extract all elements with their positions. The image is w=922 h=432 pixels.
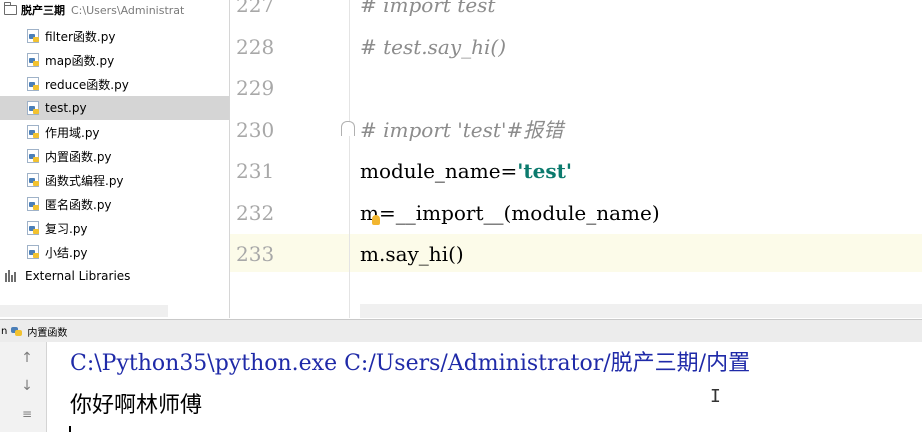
python-file-icon bbox=[26, 149, 40, 163]
python-file-icon bbox=[26, 77, 40, 91]
run-panel-header: n 内置函数 bbox=[0, 319, 922, 343]
file-item[interactable]: 复习.py bbox=[0, 216, 229, 240]
file-item[interactable]: 匿名函数.py bbox=[0, 192, 229, 216]
code-line[interactable]: # test.say_hi() bbox=[360, 32, 506, 62]
python-run-icon bbox=[11, 325, 23, 337]
line-number: 231 bbox=[236, 159, 275, 183]
code-line[interactable]: module_name='test' bbox=[360, 156, 572, 186]
file-name: reduce函数.py bbox=[45, 77, 129, 92]
run-tab-name[interactable]: 内置函数 bbox=[27, 324, 67, 339]
code-comment: # import 'test'#报错 bbox=[360, 118, 564, 142]
python-file-icon bbox=[26, 245, 40, 259]
editor-horizontal-scrollbar[interactable] bbox=[360, 304, 922, 318]
line-number: 229 bbox=[236, 76, 275, 100]
line-number: 230 bbox=[236, 118, 275, 142]
file-name: 内置函数.py bbox=[45, 149, 112, 164]
run-toolbar: ↑ ↓ ≡ bbox=[0, 342, 47, 432]
file-name: map函数.py bbox=[45, 53, 115, 68]
code-text: m.say_hi() bbox=[360, 242, 464, 266]
sidebar-horizontal-scrollbar[interactable] bbox=[0, 305, 168, 317]
file-name: 作用域.py bbox=[45, 125, 100, 140]
console-command-line: C:\Python35\python.exe C:/Users/Administ… bbox=[70, 351, 751, 376]
project-root[interactable]: 脱产三期 C:\Users\Administrat bbox=[0, 0, 229, 20]
external-libraries-label: External Libraries bbox=[25, 269, 131, 283]
python-file-icon bbox=[26, 53, 40, 67]
file-name: 匿名函数.py bbox=[45, 197, 112, 212]
fold-marker-icon[interactable] bbox=[341, 121, 355, 136]
code-text: m=__import__(module_name) bbox=[360, 201, 660, 225]
gutter-separator bbox=[349, 0, 350, 318]
folder-icon bbox=[4, 2, 17, 15]
file-item[interactable]: reduce函数.py bbox=[0, 72, 229, 96]
project-path: C:\Users\Administrat bbox=[71, 3, 185, 17]
current-line-highlight bbox=[230, 234, 922, 272]
run-label: n bbox=[1, 325, 8, 337]
file-name: filter函数.py bbox=[45, 29, 116, 44]
project-name: 脱产三期 bbox=[21, 4, 65, 17]
line-number: 228 bbox=[236, 35, 275, 59]
code-text: module_name= bbox=[360, 159, 518, 183]
file-name: 函数式编程.py bbox=[45, 173, 124, 188]
python-file-icon bbox=[26, 197, 40, 211]
code-string: 'test' bbox=[517, 159, 573, 183]
file-item-selected[interactable]: test.py bbox=[0, 96, 229, 120]
code-line[interactable]: m.say_hi() bbox=[360, 239, 464, 269]
python-file-icon bbox=[26, 29, 40, 43]
file-list: filter函数.py map函数.py reduce函数.py test.py… bbox=[0, 24, 229, 288]
file-name: 小结.py bbox=[45, 245, 88, 260]
code-line[interactable]: m=__import__(module_name) bbox=[360, 198, 660, 228]
soft-wrap-icon[interactable]: ≡ bbox=[17, 404, 37, 424]
python-file-icon bbox=[26, 125, 40, 139]
console-caret bbox=[69, 426, 71, 432]
scroll-down-icon[interactable]: ↓ bbox=[17, 376, 37, 396]
text-cursor-icon: I bbox=[710, 386, 721, 407]
code-line[interactable]: # import 'test'#报错 bbox=[360, 115, 563, 145]
library-icon bbox=[5, 270, 19, 282]
file-item[interactable]: 函数式编程.py bbox=[0, 168, 229, 192]
code-comment: # test.say_hi() bbox=[360, 35, 507, 59]
python-file-icon bbox=[26, 173, 40, 187]
external-libraries[interactable]: External Libraries bbox=[0, 264, 229, 288]
code-line[interactable]: # import test bbox=[360, 0, 495, 20]
line-number: 227 bbox=[236, 0, 275, 17]
line-number: 232 bbox=[236, 201, 275, 225]
file-item[interactable]: 内置函数.py bbox=[0, 144, 229, 168]
python-file-icon bbox=[26, 221, 40, 235]
line-number: 233 bbox=[236, 242, 275, 266]
code-comment: # import test bbox=[360, 0, 496, 17]
scroll-up-icon[interactable]: ↑ bbox=[17, 348, 37, 368]
python-file-icon bbox=[26, 101, 40, 115]
console-output-line: 你好啊林师傅 bbox=[70, 393, 203, 418]
file-item[interactable]: filter函数.py bbox=[0, 24, 229, 48]
file-item[interactable]: 作用域.py bbox=[0, 120, 229, 144]
file-item[interactable]: 小结.py bbox=[0, 240, 229, 264]
file-name: test.py bbox=[45, 101, 87, 115]
file-item[interactable]: map函数.py bbox=[0, 48, 229, 72]
project-tree-panel: 脱产三期 C:\Users\Administrat filter函数.py ma… bbox=[0, 0, 230, 318]
file-name: 复习.py bbox=[45, 221, 88, 236]
lightbulb-icon[interactable] bbox=[372, 215, 380, 225]
